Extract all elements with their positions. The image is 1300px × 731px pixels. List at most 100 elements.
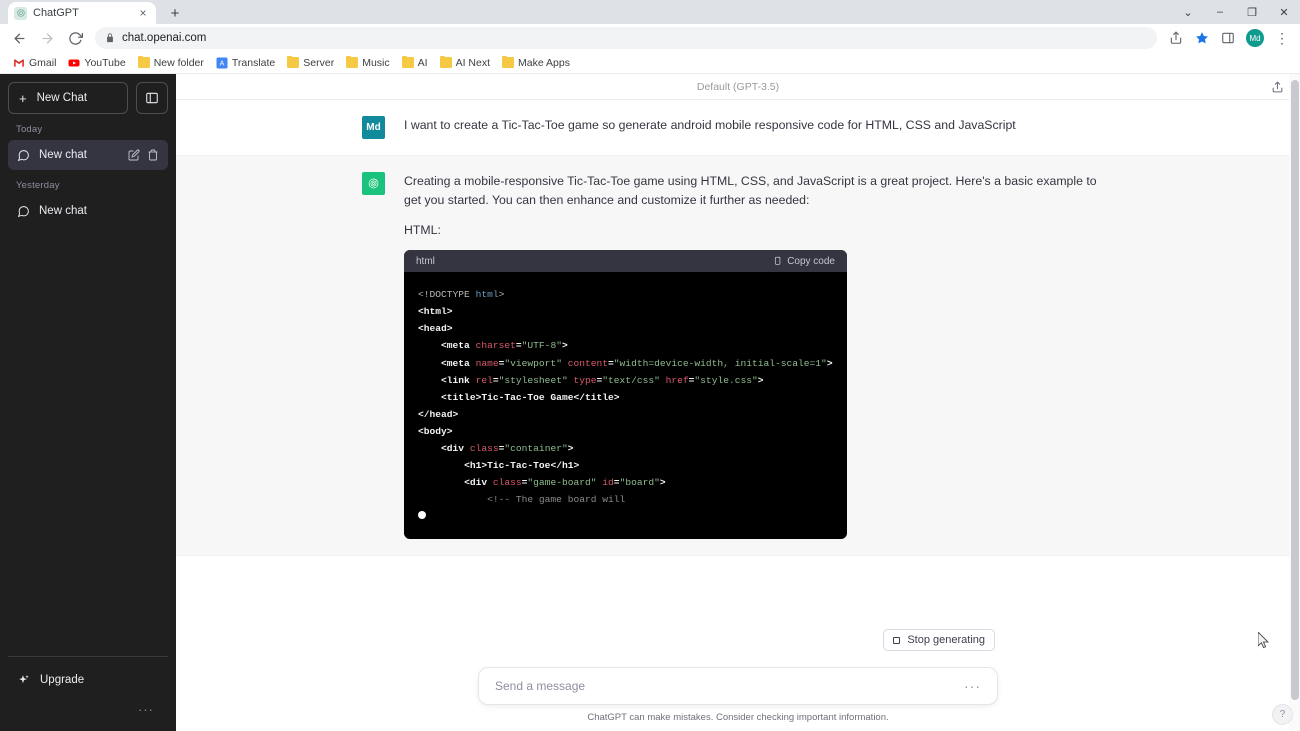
upgrade-label: Upgrade — [40, 674, 85, 686]
search-input[interactable] — [495, 679, 964, 693]
help-button[interactable]: ? — [1272, 704, 1293, 725]
bookmark-music[interactable]: Music — [341, 55, 394, 71]
openai-logo-icon — [368, 178, 379, 189]
avatar-user: Md — [362, 116, 385, 139]
side-panel-icon[interactable] — [1216, 26, 1240, 50]
trash-icon[interactable] — [147, 149, 159, 161]
model-label[interactable]: Default (GPT-3.5) — [697, 81, 779, 93]
sidebar-chat-label: New chat — [39, 205, 87, 217]
bookmark-make-apps[interactable]: Make Apps — [497, 55, 575, 71]
assistant-message-text: Creating a mobile-responsive Tic-Tac-Toe… — [404, 172, 1114, 240]
bookmarks-bar: Gmail YouTube New folder A Translate Ser… — [0, 52, 1300, 74]
chat-sidebar: + New Chat Today New chat Yesterday New … — [0, 74, 176, 731]
bookmark-new-folder[interactable]: New folder — [133, 55, 209, 71]
stop-square-icon — [893, 636, 901, 644]
address-bar[interactable]: chat.openai.com — [95, 27, 1157, 49]
assistant-paragraph-2: HTML: — [404, 222, 441, 237]
bookmark-label: Music — [362, 56, 390, 69]
back-arrow-icon[interactable] — [6, 25, 32, 51]
code-block-header: html Copy code — [404, 250, 847, 273]
chevron-down-icon[interactable]: ⌄ — [1172, 0, 1204, 24]
maximize-button[interactable]: ❐ — [1236, 0, 1268, 24]
message-composer[interactable]: ··· — [478, 667, 998, 705]
bookmark-server[interactable]: Server — [282, 55, 339, 71]
folder-icon — [401, 55, 414, 68]
sidebar-section-yesterday: Yesterday — [16, 180, 60, 191]
assistant-paragraph-1: Creating a mobile-responsive Tic-Tac-Toe… — [404, 174, 1097, 208]
folder-icon — [439, 55, 452, 68]
edit-icon[interactable] — [128, 149, 140, 161]
browser-window: ChatGPT × + ⌄ – ❐ ✕ chat.openai.com Md ⋮… — [0, 0, 1300, 731]
message-user: Md I want to create a Tic-Tac-Toe game s… — [176, 100, 1300, 155]
copy-code-label: Copy code — [787, 255, 835, 267]
sidebar-more-icon[interactable]: ··· — [8, 695, 168, 723]
bookmark-label: AI Next — [455, 56, 490, 69]
code-language-label: html — [416, 255, 435, 267]
browser-tab-chatgpt[interactable]: ChatGPT × — [8, 2, 156, 24]
bookmark-youtube[interactable]: YouTube — [63, 55, 130, 71]
sidebar-toggle-icon[interactable] — [136, 82, 168, 114]
user-message-text: I want to create a Tic-Tac-Toe game so g… — [404, 118, 1016, 132]
sidebar-item-chat-yesterday[interactable]: New chat — [8, 196, 168, 226]
avatar-assistant — [362, 172, 385, 195]
bookmark-label: YouTube — [84, 56, 126, 69]
stop-generating-button[interactable]: Stop generating — [883, 629, 995, 651]
chatgpt-favicon-icon — [14, 6, 27, 20]
new-tab-button[interactable]: + — [164, 3, 186, 23]
profile-avatar[interactable]: Md — [1246, 29, 1264, 47]
stop-generating-wrap: Stop generating — [176, 629, 1300, 659]
page-content: + New Chat Today New chat Yesterday New … — [0, 74, 1300, 731]
chat-bubble-icon — [17, 149, 29, 161]
bookmark-star-icon[interactable] — [1190, 26, 1214, 50]
svg-text:A: A — [220, 60, 225, 67]
new-chat-button[interactable]: + New Chat — [8, 82, 128, 114]
tab-title: ChatGPT — [33, 7, 79, 19]
composer-area: Stop generating ··· ChatGPT can make mis… — [176, 629, 1300, 731]
address-bar-url: chat.openai.com — [122, 32, 207, 44]
browser-toolbar: chat.openai.com Md ⋮ — [0, 24, 1300, 52]
share-icon[interactable] — [1164, 26, 1188, 50]
bookmark-label: Make Apps — [518, 56, 570, 69]
bookmark-ai-next[interactable]: AI Next — [435, 55, 495, 71]
bookmark-label: Server — [303, 56, 335, 69]
chat-actions — [128, 149, 159, 161]
chat-bubble-icon — [17, 205, 29, 217]
code-block: html Copy code <!DOCTYPE html> <html> <h… — [404, 250, 847, 540]
bookmark-gmail[interactable]: Gmail — [8, 55, 61, 71]
window-controls: ⌄ – ❐ ✕ — [1172, 0, 1300, 24]
sidebar-chat-label: New chat — [39, 149, 87, 161]
composer-more-icon[interactable]: ··· — [964, 678, 981, 694]
browser-menu-icon[interactable]: ⋮ — [1270, 26, 1294, 50]
sidebar-item-chat-today[interactable]: New chat — [8, 140, 168, 170]
scrollbar-thumb[interactable] — [1291, 80, 1299, 700]
upgrade-button[interactable]: Upgrade — [8, 665, 168, 695]
toolbar-icon-group: Md ⋮ — [1164, 26, 1294, 50]
window-close-button[interactable]: ✕ — [1268, 0, 1300, 24]
share-upload-icon[interactable] — [1271, 80, 1284, 93]
bookmark-ai[interactable]: AI — [397, 55, 433, 71]
forward-arrow-icon[interactable] — [34, 25, 60, 51]
gmail-icon — [14, 59, 24, 67]
bookmark-label: Gmail — [29, 56, 57, 69]
vertical-scrollbar[interactable] — [1289, 74, 1300, 731]
translate-icon: A — [216, 57, 228, 68]
message-thread[interactable]: Md I want to create a Tic-Tac-Toe game s… — [176, 100, 1300, 629]
folder-icon — [502, 55, 514, 68]
code-block-body[interactable]: <!DOCTYPE html> <html> <head> <meta char… — [404, 272, 847, 539]
streaming-cursor-dot — [418, 511, 426, 520]
folder-icon — [287, 55, 300, 68]
plus-icon: + — [19, 90, 27, 106]
bookmark-translate[interactable]: A Translate — [211, 55, 280, 71]
sidebar-top-row: + New Chat — [8, 82, 168, 114]
copy-code-button[interactable]: Copy code — [772, 256, 835, 267]
sidebar-section-today: Today — [16, 124, 43, 135]
youtube-icon — [68, 59, 80, 66]
stop-generating-label: Stop generating — [907, 634, 985, 646]
model-header: Default (GPT-3.5) — [176, 74, 1300, 100]
clipboard-icon — [775, 257, 781, 265]
minimize-button[interactable]: – — [1204, 0, 1236, 24]
reload-icon[interactable] — [62, 25, 88, 51]
close-icon[interactable]: × — [136, 6, 150, 20]
folder-icon — [137, 55, 150, 68]
